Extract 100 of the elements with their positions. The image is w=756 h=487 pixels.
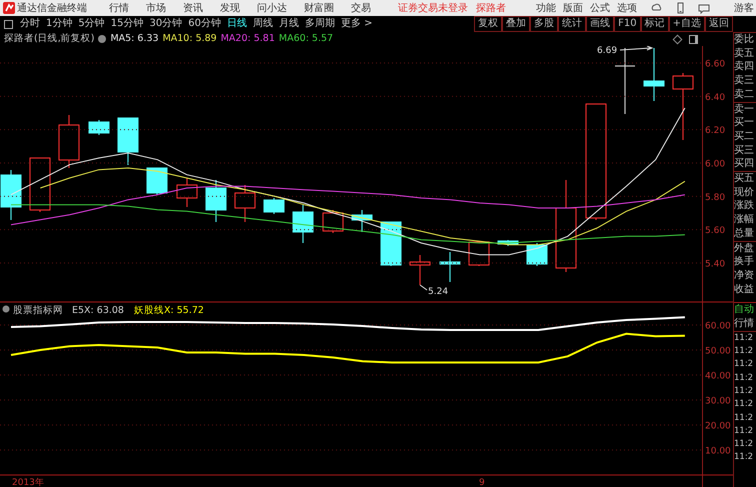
candlestick xyxy=(146,168,168,196)
panel-icon[interactable] xyxy=(689,34,698,44)
period-tab[interactable]: 15分钟 xyxy=(108,16,146,32)
chart-tool-button[interactable]: 标记 xyxy=(640,16,669,32)
indicator-axis-label: 20.00 xyxy=(705,422,731,432)
period-tab[interactable]: 5分钟 xyxy=(75,16,108,32)
ma-reading: MA60: 5.57 xyxy=(278,32,334,46)
menu-item[interactable]: 市场 xyxy=(146,0,166,16)
period-tab[interactable]: 1分钟 xyxy=(43,16,76,32)
time-axis-label: 9 xyxy=(479,478,485,487)
leader-arrow xyxy=(620,46,654,50)
indicator-name: 股票指标网 xyxy=(13,305,63,316)
tick-time: 11:2 xyxy=(734,398,754,412)
candlestick xyxy=(292,204,314,244)
indicator-reading: E5X: 63.08 xyxy=(72,305,124,316)
tick-time: 11:2 xyxy=(734,330,756,346)
quote-label: 买二 xyxy=(734,130,755,144)
candlestick xyxy=(0,170,22,220)
candlestick xyxy=(58,114,80,168)
user-name[interactable]: 游客 xyxy=(734,0,754,16)
price-axis-label: 5.40 xyxy=(705,260,726,270)
indicator-axis-label: 10.00 xyxy=(705,446,731,456)
price-axis-label: 5.80 xyxy=(705,192,726,203)
period-tab[interactable]: 月线 xyxy=(276,16,302,32)
tick-time: 11:2 xyxy=(734,372,754,385)
message-icon[interactable] xyxy=(698,2,710,14)
price-axis-label: 6.00 xyxy=(705,160,726,170)
high-price-label: 6.69 xyxy=(597,46,618,56)
period-tab[interactable]: 更多 > xyxy=(338,16,376,32)
chart-tool-button[interactable]: 多股 xyxy=(530,16,558,32)
candlestick xyxy=(206,180,226,222)
price-axis-label: 6.60 xyxy=(705,60,726,70)
quote-label: 换手 xyxy=(734,255,755,269)
stock-name: 探路者 xyxy=(476,2,506,16)
chart-tool-button[interactable]: 叠加 xyxy=(502,16,530,32)
indicator-axis-label: 60.00 xyxy=(705,322,731,332)
chart-tool-button[interactable]: +自选 xyxy=(668,16,705,32)
toolbar-menu-item[interactable]: 公式 xyxy=(590,0,610,16)
time-axis-label: 2013年 xyxy=(12,478,44,487)
indicator-reading: 妖股线X: 55.72 xyxy=(134,305,204,316)
toolbar-menu-item[interactable]: 选项 xyxy=(617,0,637,16)
quote-label: 买五 xyxy=(734,171,756,186)
ma-reading: MA20: 5.81 xyxy=(220,32,275,46)
app-name: 通达信金融终端 xyxy=(17,2,87,16)
chart-title: 探路者(日线,前复权) xyxy=(4,32,94,46)
quote-label: 净资 xyxy=(734,268,755,283)
price-axis-label: 6.40 xyxy=(705,92,726,103)
tick-time: 11:2 xyxy=(734,345,754,358)
tick-time: 11:2 xyxy=(734,358,754,372)
login-status[interactable]: 证券交易未登录 xyxy=(398,0,468,16)
candlestick xyxy=(322,210,344,234)
period-tab[interactable]: 日线 xyxy=(224,16,250,32)
price-axis-label: 6.20 xyxy=(705,126,726,136)
menu-item[interactable]: 发现 xyxy=(220,0,240,16)
candlestick xyxy=(410,254,430,286)
quote-label: 买三 xyxy=(734,144,755,158)
quote-label: 现价 xyxy=(734,186,755,200)
quote-label: 卖五 xyxy=(734,46,755,60)
period-tab[interactable]: 分时 xyxy=(17,16,43,32)
quote-label: 卖三 xyxy=(734,74,755,88)
panel-toggle-icon[interactable] xyxy=(4,20,13,28)
indicator-axis-label: 50.00 xyxy=(705,346,731,356)
menu-item[interactable]: 财富圈 xyxy=(304,0,334,16)
candlestick xyxy=(176,178,198,208)
period-tab[interactable]: 周线 xyxy=(250,16,276,32)
toolbar-menu-item[interactable]: 版面 xyxy=(563,0,583,16)
quote-label: 外盘 xyxy=(734,240,756,256)
quote-label: 总量 xyxy=(734,226,755,241)
period-tab[interactable]: 30分钟 xyxy=(146,16,186,32)
quote-label: 买一 xyxy=(734,116,755,130)
chart-tool-button[interactable]: 返回 xyxy=(705,16,733,32)
low-price-label: 5.24 xyxy=(428,287,448,297)
chart-tool-button[interactable]: 复权 xyxy=(474,16,502,32)
chart-tool-button[interactable]: 画线 xyxy=(586,16,614,32)
tick-time: 11:2 xyxy=(734,384,754,398)
toolbar-menu-item[interactable]: 功能 xyxy=(536,0,556,16)
price-axis-label: 5.60 xyxy=(705,226,726,236)
menu-item[interactable]: 行情 xyxy=(109,0,129,16)
ma-reading: MA5: 6.33 xyxy=(110,32,159,46)
chart-tool-button[interactable]: F10 xyxy=(614,16,641,32)
candlestick xyxy=(264,198,284,214)
quote-label: 买四 xyxy=(734,157,755,172)
chart-tool-button[interactable]: 统计 xyxy=(558,16,586,32)
quote-label: 收益 xyxy=(734,282,755,296)
logo-icon xyxy=(3,2,15,14)
period-tab[interactable]: 多周期 xyxy=(302,16,338,32)
section-label: 行情 xyxy=(734,317,755,331)
candlestick xyxy=(88,120,110,136)
indicator-axis-label: 40.00 xyxy=(705,372,731,382)
menu-item[interactable]: 交易 xyxy=(351,0,371,16)
settings-icon[interactable] xyxy=(98,35,106,43)
menu-item[interactable]: 资讯 xyxy=(183,0,203,16)
candlestick xyxy=(498,240,518,246)
settings-icon xyxy=(2,306,10,312)
tick-time: 11:2 xyxy=(734,438,754,452)
period-tab[interactable]: 60分钟 xyxy=(185,16,224,32)
menu-item[interactable]: 问小达 xyxy=(257,0,287,16)
mode-label[interactable]: 自动 xyxy=(734,302,756,318)
quote-label: 涨幅 xyxy=(734,213,755,227)
tick-time: 11:2 xyxy=(734,451,754,464)
